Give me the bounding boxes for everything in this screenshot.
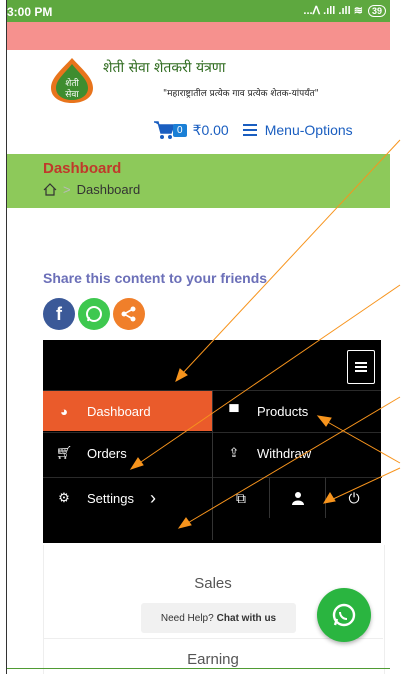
hamburger-icon	[242, 121, 257, 139]
menu-item-label: Products	[257, 403, 309, 419]
need-help-widget[interactable]: Need Help? Chat with us	[141, 603, 296, 633]
whatsapp-chat-button[interactable]	[317, 588, 371, 642]
status-icons: ...ᐱ .ıll .ıll ≋ 39	[303, 4, 386, 17]
menu-options-button[interactable]: Menu-Options	[242, 121, 353, 139]
power-icon[interactable]: ⏻	[325, 477, 382, 518]
cart-count-badge: 0	[173, 123, 187, 137]
menu-item-orders[interactable]: 🛒︎ Orders	[43, 432, 212, 473]
breadcrumb-current: Dashboard	[76, 182, 141, 197]
chevron-right-icon: ›	[149, 487, 156, 508]
external-link-icon[interactable]: ⧉	[213, 477, 269, 518]
whatsapp-icon[interactable]	[78, 298, 110, 330]
page-title: Dashboard	[43, 160, 122, 177]
facebook-icon[interactable]: f	[43, 298, 75, 330]
menu-toggle-button[interactable]	[347, 350, 375, 384]
cart-row: 0 ₹0.00 Menu-Options	[153, 118, 353, 142]
breadcrumb-separator: >	[63, 182, 71, 197]
cart-price[interactable]: ₹0.00	[193, 122, 229, 139]
dashboard-icon: ◕	[60, 403, 68, 419]
social-share-buttons: f	[43, 298, 145, 330]
menu-item-settings[interactable]: ⚙ Settings ›	[43, 477, 212, 518]
whatsapp-icon	[332, 603, 356, 627]
chat-with-us-link[interactable]: Chat with us	[217, 613, 276, 624]
battery-icon: 39	[367, 5, 386, 17]
tagline: "महाराष्ट्रातील प्रत्येक गाव प्रत्येक शे…	[163, 89, 319, 99]
breadcrumb: > Dashboard	[43, 182, 140, 197]
share-title: Share this content to your friends	[43, 270, 268, 286]
menu-item-label: Orders	[87, 445, 127, 461]
status-time: 3:00 PM	[7, 5, 53, 19]
bottom-line	[7, 668, 390, 669]
logo-text-bottom: सेवा	[65, 88, 79, 100]
user-icon[interactable]	[269, 477, 326, 518]
left-frame	[0, 0, 7, 674]
briefcase-icon: ▀	[229, 403, 239, 419]
menu-item-label: Dashboard	[87, 403, 151, 419]
menu-item-withdraw[interactable]: ⇪ Withdraw	[213, 432, 381, 473]
signal-icons: ...ᐱ .ıll .ıll ≋	[303, 5, 363, 17]
need-help-text: Need Help?	[160, 612, 214, 624]
menu-item-dashboard[interactable]: ◕ Dashboard	[43, 390, 212, 431]
status-bar: 3:00 PM ...ᐱ .ıll .ıll ≋ 39	[7, 0, 390, 22]
menu-item-label: Withdraw	[257, 445, 312, 461]
cart-icon: 🛒︎	[55, 445, 73, 460]
hamburger-icon	[355, 360, 367, 374]
home-icon[interactable]	[43, 183, 57, 196]
logo-text-top: शेती	[65, 77, 79, 89]
menu-options-label: Menu-Options	[264, 122, 353, 138]
share-icon[interactable]	[113, 298, 145, 330]
menu-item-label: Settings	[87, 490, 134, 506]
dashboard-menu: ◕ Dashboard ▀ Products 🛒︎ Orders ⇪ Withd…	[43, 340, 382, 543]
top-banner	[7, 22, 390, 50]
logo: शेती सेवा	[51, 58, 93, 103]
earning-label: Earning	[187, 651, 239, 668]
cart-icon[interactable]	[153, 120, 175, 140]
gear-icon: ⚙	[58, 490, 70, 505]
brand-name: शेती सेवा शेतकरी यंत्रणा	[103, 60, 226, 76]
phone-screen: 3:00 PM ...ᐱ .ıll .ıll ≋ 39 शेती सेवा शे…	[7, 0, 390, 674]
menu-item-products[interactable]: ▀ Products	[213, 390, 381, 431]
upload-icon: ⇪	[228, 445, 240, 460]
